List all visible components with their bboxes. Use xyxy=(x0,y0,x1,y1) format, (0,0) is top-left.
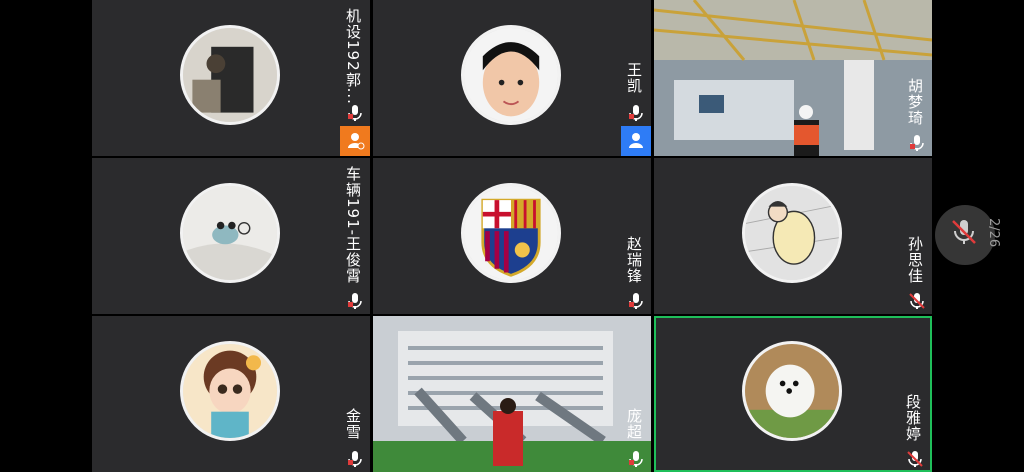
avatar xyxy=(742,183,842,283)
name-bar: 车辆191-王俊霄 xyxy=(340,158,370,314)
mic-icon xyxy=(627,104,645,122)
name-bar: 金雪 xyxy=(340,316,370,472)
avatar xyxy=(461,25,561,125)
video-feed xyxy=(654,0,932,156)
participant-name: 车辆191-王俊霄 xyxy=(344,166,362,285)
participant-name: 段雅婷 xyxy=(904,394,922,442)
mic-icon xyxy=(627,292,645,310)
mic-muted-icon xyxy=(908,292,926,310)
participant-tile[interactable]: 孙思佳 xyxy=(654,158,932,314)
page-indicator: 2/26 xyxy=(986,218,1001,248)
mic-icon xyxy=(346,292,364,310)
mic-icon xyxy=(627,450,645,468)
participant-name: 王凯 xyxy=(625,62,643,94)
participant-name: 金雪 xyxy=(344,408,362,440)
name-bar: 赵瑞锋 xyxy=(621,158,651,314)
participant-name: 胡梦琦 xyxy=(906,78,924,126)
avatar xyxy=(180,25,280,125)
participant-tile[interactable]: 车辆191-王俊霄 xyxy=(92,158,370,314)
participant-tile[interactable]: 王凯 xyxy=(373,0,651,156)
active-speaker-tile[interactable]: 段雅婷 xyxy=(654,316,932,472)
name-bar: 胡梦琦 xyxy=(902,0,932,156)
avatar xyxy=(742,341,842,441)
avatar xyxy=(180,341,280,441)
mic-muted-icon xyxy=(952,220,976,244)
video-grid: 机设192郭... 王凯 胡梦琦 车辆191-王俊霄 赵瑞锋 孙思佳 金雪 庞超… xyxy=(92,0,932,472)
name-bar: 孙思佳 xyxy=(902,158,932,314)
video-feed xyxy=(373,316,651,472)
participant-name: 庞超 xyxy=(625,408,643,440)
mic-icon xyxy=(346,450,364,468)
participant-name: 孙思佳 xyxy=(906,236,924,284)
mic-icon xyxy=(908,134,926,152)
name-bar: 庞超 xyxy=(621,316,651,472)
participant-name: 赵瑞锋 xyxy=(625,236,643,284)
person-assistant-icon xyxy=(340,126,370,156)
mic-icon xyxy=(346,104,364,122)
participant-tile[interactable]: 金雪 xyxy=(92,316,370,472)
participant-tile[interactable]: 赵瑞锋 xyxy=(373,158,651,314)
name-bar: 段雅婷 xyxy=(900,318,930,470)
person-host-icon xyxy=(621,126,651,156)
participant-video-tile[interactable]: 庞超 xyxy=(373,316,651,472)
avatar xyxy=(461,183,561,283)
participant-tile[interactable]: 机设192郭... xyxy=(92,0,370,156)
mic-muted-icon xyxy=(906,450,924,468)
participant-name: 机设192郭... xyxy=(344,8,362,105)
participant-video-tile[interactable]: 胡梦琦 xyxy=(654,0,932,156)
avatar xyxy=(180,183,280,283)
